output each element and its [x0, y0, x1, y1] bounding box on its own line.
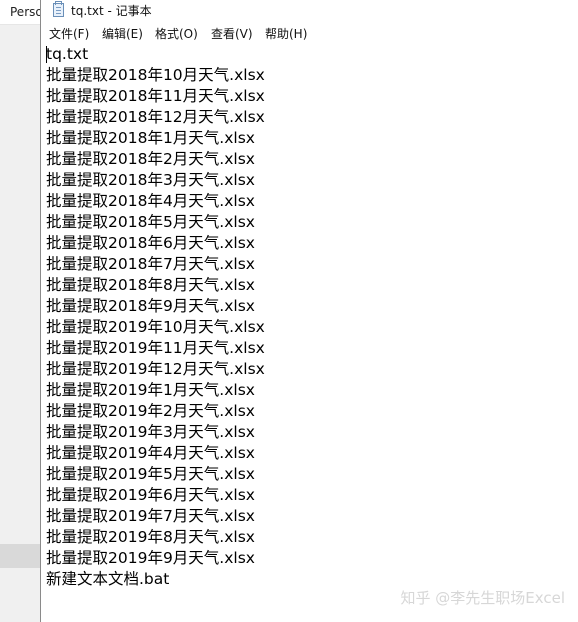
text-line: 批量提取2018年5月天气.xlsx — [46, 213, 255, 231]
background-window[interactable]: Perso — [0, 0, 43, 622]
text-line: 批量提取2019年6月天气.xlsx — [46, 486, 255, 504]
text-line: 批量提取2018年6月天气.xlsx — [46, 234, 255, 252]
text-line: 批量提取2019年4月天气.xlsx — [46, 444, 255, 462]
background-window-selected-row[interactable] — [0, 544, 42, 568]
text-line: 批量提取2019年8月天气.xlsx — [46, 528, 255, 546]
text-line: 批量提取2019年7月天气.xlsx — [46, 507, 255, 525]
text-line: 新建文本文档.bat — [46, 570, 170, 588]
text-line: 批量提取2018年4月天气.xlsx — [46, 192, 255, 210]
text-line: 批量提取2019年11月天气.xlsx — [46, 339, 265, 357]
text-line: 批量提取2018年3月天气.xlsx — [46, 171, 255, 189]
text-line: 批量提取2018年10月天气.xlsx — [46, 66, 265, 84]
text-line: 批量提取2018年1月天气.xlsx — [46, 129, 255, 147]
text-line: 批量提取2019年9月天气.xlsx — [46, 549, 255, 567]
text-caret — [46, 46, 47, 63]
window-title: tq.txt - 记事本 — [71, 4, 152, 18]
text-line: 批量提取2018年12月天气.xlsx — [46, 108, 265, 126]
text-editor[interactable]: tq.txt 批量提取2018年10月天气.xlsx 批量提取2018年11月天… — [41, 42, 578, 622]
menu-format[interactable]: 格式(O) — [155, 25, 198, 42]
text-line: 批量提取2019年5月天气.xlsx — [46, 465, 255, 483]
menu-help[interactable]: 帮助(H) — [265, 25, 307, 42]
text-line: 批量提取2019年2月天气.xlsx — [46, 402, 255, 420]
menu-edit[interactable]: 编辑(E) — [102, 25, 143, 42]
text-line: 批量提取2019年10月天气.xlsx — [46, 318, 265, 336]
notepad-window[interactable]: tq.txt - 记事本 文件(F) 编辑(E) 格式(O) 查看(V) 帮助(… — [40, 0, 578, 622]
text-line: 批量提取2018年7月天气.xlsx — [46, 255, 255, 273]
watermark: 知乎 @李先生职场Excel — [400, 589, 565, 607]
notepad-icon — [53, 1, 64, 17]
text-line: 批量提取2019年3月天气.xlsx — [46, 423, 255, 441]
text-line: 批量提取2018年2月天气.xlsx — [46, 150, 255, 168]
text-line: 批量提取2019年1月天气.xlsx — [46, 381, 255, 399]
background-window-tab[interactable]: Perso — [0, 0, 43, 25]
editor-lines: tq.txt 批量提取2018年10月天气.xlsx 批量提取2018年11月天… — [46, 44, 265, 590]
screen: Perso tq.txt - 记事本 文件(F) 编辑(E) 格式(O) 查看(… — [0, 0, 578, 622]
menu-file[interactable]: 文件(F) — [49, 25, 89, 42]
title-bar[interactable]: tq.txt - 记事本 — [41, 0, 578, 20]
text-line: 批量提取2018年9月天气.xlsx — [46, 297, 255, 315]
text-line: 批量提取2018年11月天气.xlsx — [46, 87, 265, 105]
text-line: 批量提取2019年12月天气.xlsx — [46, 360, 265, 378]
menu-view[interactable]: 查看(V) — [211, 25, 253, 42]
text-line: 批量提取2018年8月天气.xlsx — [46, 276, 255, 294]
menu-bar: 文件(F) 编辑(E) 格式(O) 查看(V) 帮助(H) — [41, 22, 578, 43]
text-line: tq.txt — [46, 45, 89, 63]
background-window-tab-label: Perso — [10, 5, 43, 19]
